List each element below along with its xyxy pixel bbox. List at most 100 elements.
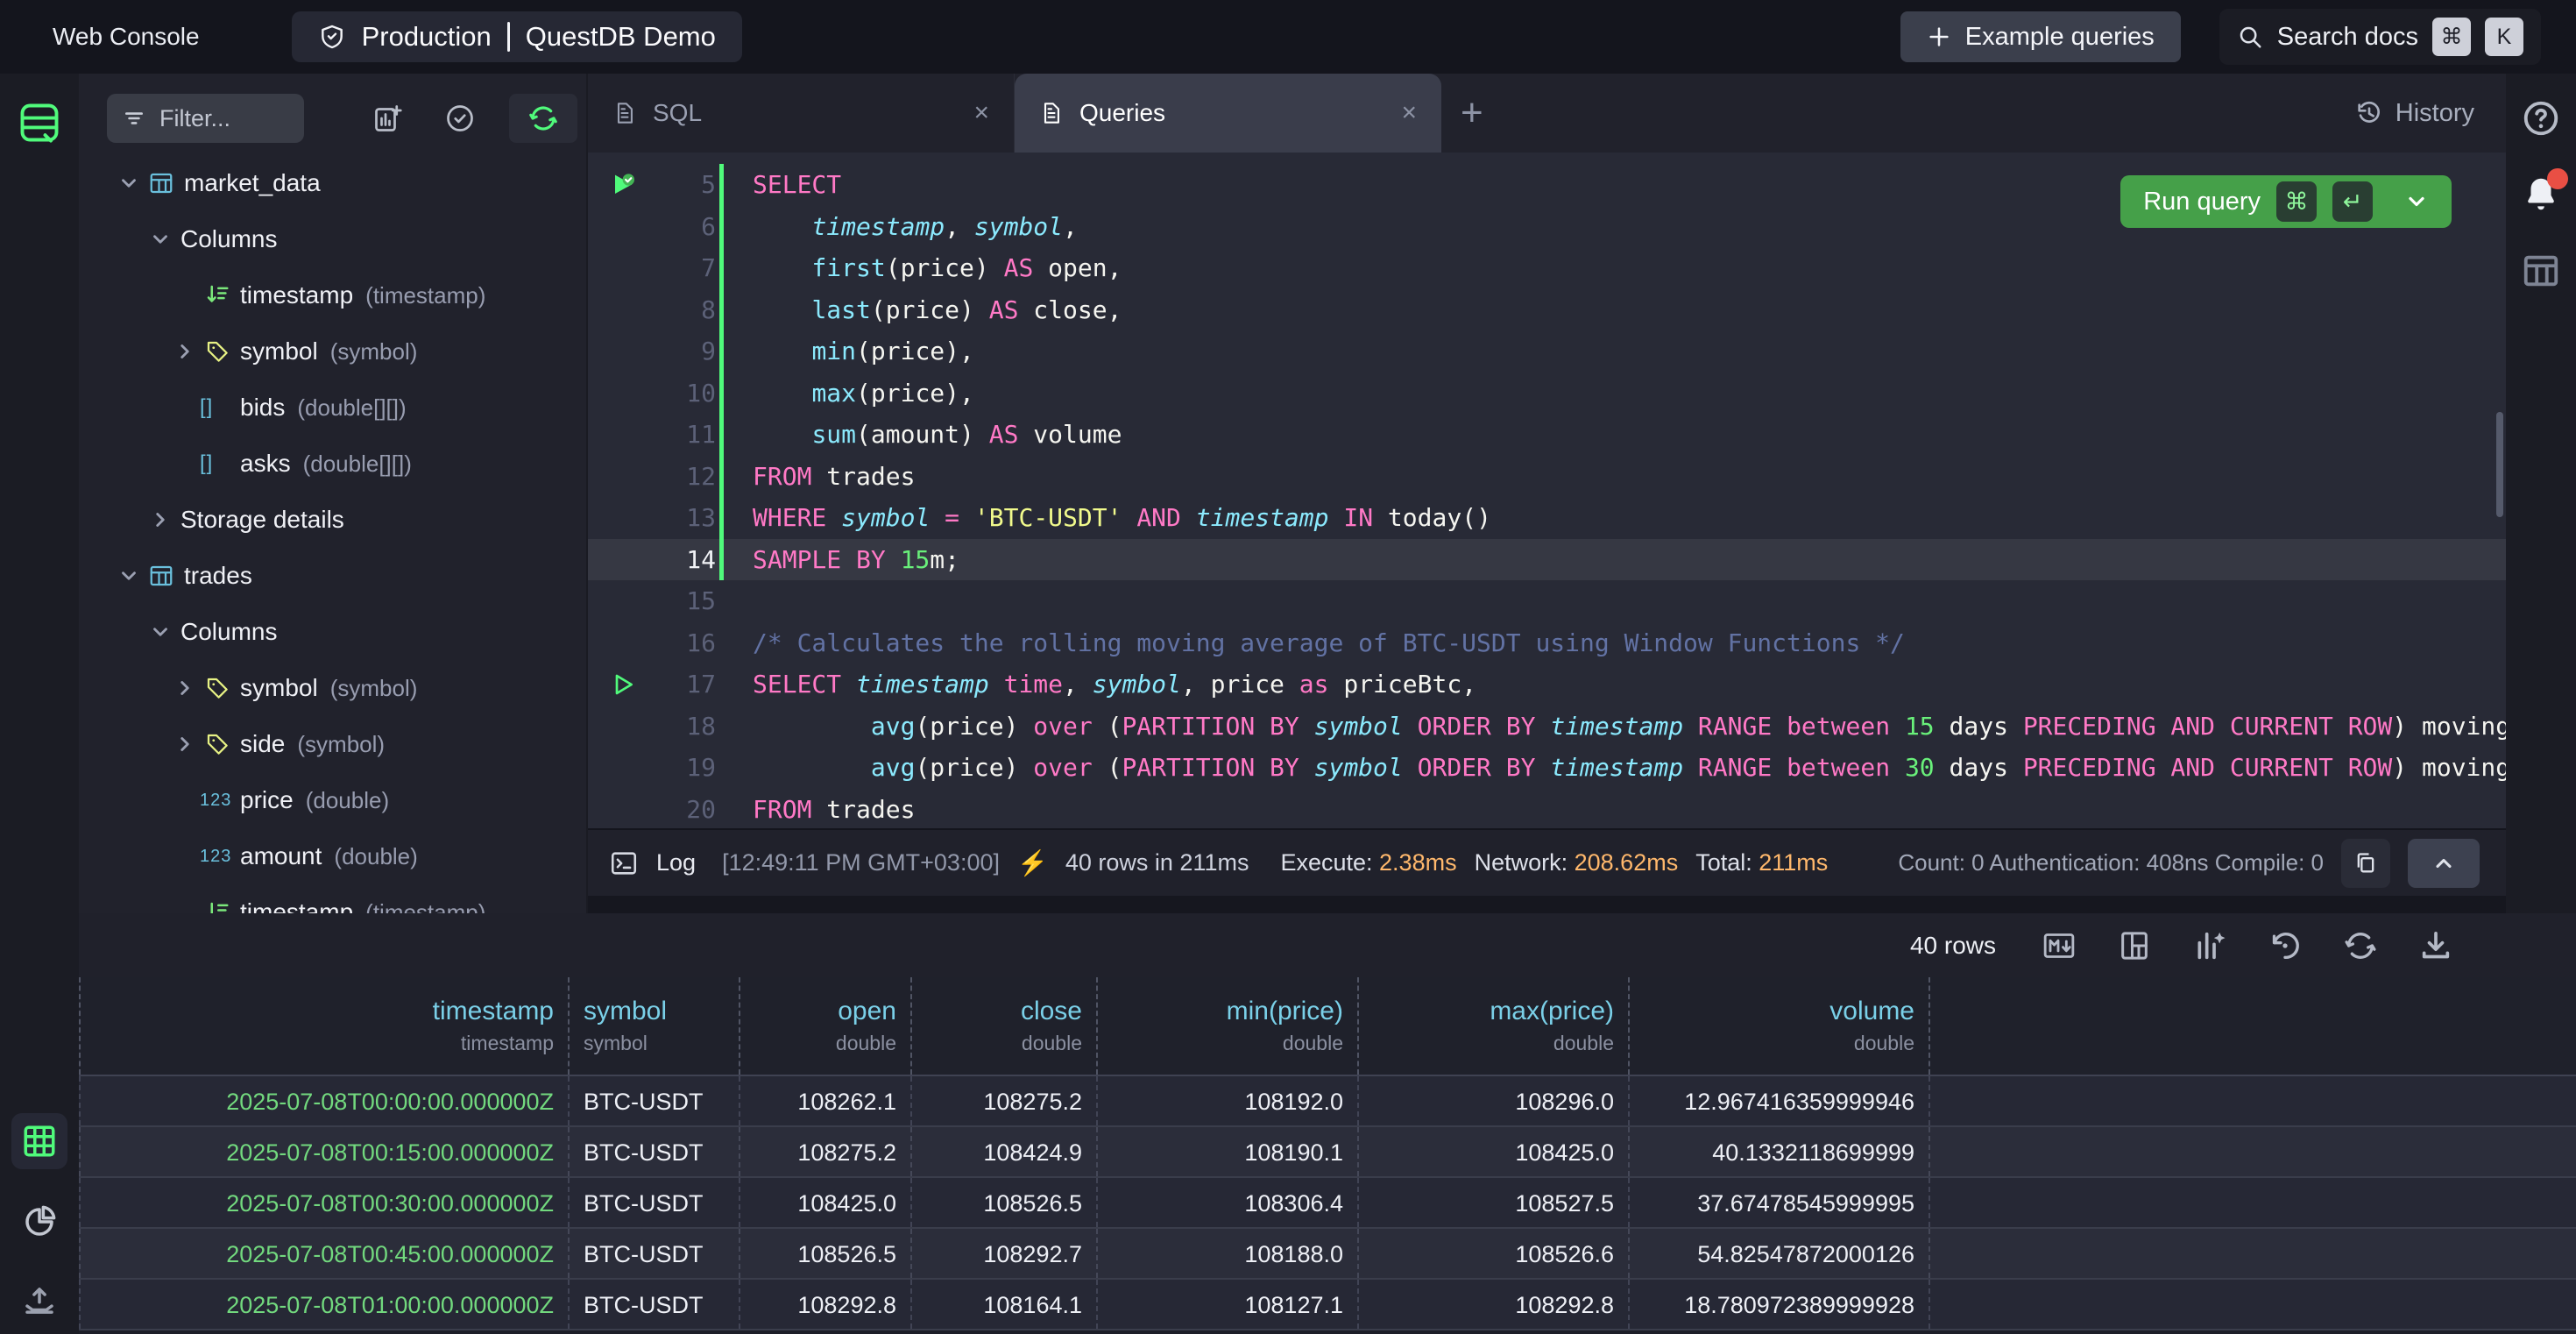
filter-box[interactable] xyxy=(107,94,304,143)
filter-input[interactable] xyxy=(158,104,280,133)
chevron-down-icon[interactable] xyxy=(114,564,144,587)
tree-item-timestamp[interactable]: timestamp(timestamp) xyxy=(79,884,586,913)
chevron-down-icon[interactable] xyxy=(145,228,175,251)
chevron-down-icon[interactable] xyxy=(2404,189,2429,214)
column-header-close[interactable]: closedouble xyxy=(912,977,1098,1075)
column-header-max-price-[interactable]: max(price)double xyxy=(1359,977,1630,1075)
example-queries-button[interactable]: Example queries xyxy=(1900,11,2181,62)
tree-item-asks[interactable]: []asks(double[][]) xyxy=(79,436,586,492)
column-header-min-price-[interactable]: min(price)double xyxy=(1098,977,1359,1075)
cell-symbol[interactable]: BTC-USDT xyxy=(570,1178,740,1227)
code-line-19[interactable]: 19 avg(price) over (PARTITION BY symbol … xyxy=(588,747,2506,789)
cell-timestamp[interactable]: 2025-07-08T00:15:00.000000Z xyxy=(79,1127,570,1176)
column-header-timestamp[interactable]: timestamptimestamp xyxy=(79,977,570,1075)
editor-scrollbar[interactable] xyxy=(2496,412,2503,517)
check-circle-icon[interactable] xyxy=(444,103,476,134)
cell-close[interactable]: 108292.7 xyxy=(912,1229,1098,1278)
copy-log-button[interactable] xyxy=(2341,839,2390,888)
cell-close[interactable]: 108164.1 xyxy=(912,1280,1098,1329)
log-label[interactable]: Log xyxy=(656,849,696,876)
markdown-icon[interactable] xyxy=(2042,928,2077,963)
code-line-20[interactable]: 20FROM trades xyxy=(588,789,2506,829)
cell-open[interactable]: 108292.8 xyxy=(740,1280,912,1329)
code-line-16[interactable]: 16/* Calculates the rolling moving avera… xyxy=(588,622,2506,664)
chevron-down-icon[interactable] xyxy=(145,621,175,643)
notifications-bell-icon[interactable] xyxy=(2521,174,2561,214)
code-line-9[interactable]: 9 min(price), xyxy=(588,330,2506,373)
add-metrics-icon[interactable] xyxy=(372,103,404,134)
column-header-volume[interactable]: volumedouble xyxy=(1630,977,1930,1075)
tab-sql[interactable]: SQL× xyxy=(588,74,1015,153)
code-line-7[interactable]: 7 first(price) AS open, xyxy=(588,247,2506,289)
cell-open[interactable]: 108262.1 xyxy=(740,1076,912,1125)
cell-min-price-[interactable]: 108127.1 xyxy=(1098,1280,1359,1329)
cell-timestamp[interactable]: 2025-07-08T00:30:00.000000Z xyxy=(79,1178,570,1227)
chevron-right-icon[interactable] xyxy=(170,733,200,756)
tree-item-storage-details[interactable]: Storage details xyxy=(79,492,586,548)
results-grid[interactable]: timestamptimestampsymbolsymbolopendouble… xyxy=(79,977,2576,1330)
tree-item-bids[interactable]: []bids(double[][]) xyxy=(79,380,586,436)
refresh-grid-icon[interactable] xyxy=(2343,928,2378,963)
cell-volume[interactable]: 37.67478545999995 xyxy=(1630,1178,1930,1227)
cell-timestamp[interactable]: 2025-07-08T00:00:00.000000Z xyxy=(79,1076,570,1125)
code-line-17[interactable]: 17SELECT timestamp time, symbol, price a… xyxy=(588,663,2506,706)
cell-open[interactable]: 108425.0 xyxy=(740,1178,912,1227)
table-row[interactable]: 2025-07-08T00:45:00.000000ZBTC-USDT 10852… xyxy=(79,1229,2576,1280)
code-line-10[interactable]: 10 max(price), xyxy=(588,373,2506,415)
chevron-right-icon[interactable] xyxy=(145,508,175,531)
chevron-right-icon[interactable] xyxy=(170,340,200,363)
table-row[interactable]: 2025-07-08T01:00:00.000000ZBTC-USDT10829… xyxy=(79,1280,2576,1330)
tree-item-timestamp[interactable]: timestamp(timestamp) xyxy=(79,267,586,323)
cell-volume[interactable]: 12.967416359999946 xyxy=(1630,1076,1930,1125)
cell-symbol[interactable]: BTC-USDT xyxy=(570,1280,740,1329)
column-header-open[interactable]: opendouble xyxy=(740,977,912,1075)
cell-max-price-[interactable]: 108425.0 xyxy=(1359,1127,1630,1176)
column-header-symbol[interactable]: symbolsymbol xyxy=(570,977,740,1075)
add-tab-button[interactable]: + xyxy=(1461,94,1483,132)
tree-item-price[interactable]: 123price(double) xyxy=(79,772,586,828)
run-query-button[interactable]: Run query ⌘ ↵ xyxy=(2120,175,2452,228)
cell-symbol[interactable]: BTC-USDT xyxy=(570,1076,740,1125)
cell-timestamp[interactable]: 2025-07-08T00:45:00.000000Z xyxy=(79,1229,570,1278)
code-line-11[interactable]: 11 sum(amount) AS volume xyxy=(588,414,2506,456)
chart-rail-button[interactable] xyxy=(11,1194,67,1250)
tab-queries[interactable]: Queries× xyxy=(1015,74,1441,153)
cell-close[interactable]: 108526.5 xyxy=(912,1178,1098,1227)
cell-volume[interactable]: 40.1332118699999 xyxy=(1630,1127,1930,1176)
tree-item-columns[interactable]: Columns xyxy=(79,604,586,660)
code-line-14[interactable]: 14SAMPLE BY 15m; xyxy=(588,539,2506,581)
cell-min-price-[interactable]: 108190.1 xyxy=(1098,1127,1359,1176)
help-icon[interactable] xyxy=(2521,98,2561,138)
tree-item-trades[interactable]: trades xyxy=(79,548,586,604)
questdb-logo-icon[interactable] xyxy=(17,100,62,145)
run-line-marker[interactable] xyxy=(588,171,660,199)
cell-max-price-[interactable]: 108527.5 xyxy=(1359,1178,1630,1227)
chart-icon[interactable] xyxy=(2192,928,2227,963)
cell-open[interactable]: 108275.2 xyxy=(740,1127,912,1176)
table-panel-icon[interactable] xyxy=(2521,251,2561,291)
cell-timestamp[interactable]: 2025-07-08T01:00:00.000000Z xyxy=(79,1280,570,1329)
chevron-right-icon[interactable] xyxy=(170,677,200,699)
cell-close[interactable]: 108275.2 xyxy=(912,1076,1098,1125)
close-tab-icon[interactable]: × xyxy=(1401,98,1417,128)
code-line-18[interactable]: 18 avg(price) over (PARTITION BY symbol … xyxy=(588,706,2506,748)
cell-symbol[interactable]: BTC-USDT xyxy=(570,1127,740,1176)
tree-item-columns[interactable]: Columns xyxy=(79,211,586,267)
cell-max-price-[interactable]: 108526.6 xyxy=(1359,1229,1630,1278)
cell-symbol[interactable]: BTC-USDT xyxy=(570,1229,740,1278)
environment-badge[interactable]: Production QuestDB Demo xyxy=(292,11,742,62)
cell-close[interactable]: 108424.9 xyxy=(912,1127,1098,1176)
sql-editor[interactable]: 5SELECT6 timestamp, symbol,7 first(price… xyxy=(588,153,2506,828)
download-icon[interactable] xyxy=(2418,928,2453,963)
code-line-15[interactable]: 15 xyxy=(588,580,2506,622)
tree-item-symbol[interactable]: symbol(symbol) xyxy=(79,660,586,716)
tree-item-side[interactable]: side(symbol) xyxy=(79,716,586,772)
time-travel-icon[interactable] xyxy=(2268,928,2303,963)
columns-layout-icon[interactable] xyxy=(2117,928,2152,963)
run-line-marker[interactable] xyxy=(588,671,660,699)
cell-min-price-[interactable]: 108192.0 xyxy=(1098,1076,1359,1125)
refresh-schema-button[interactable] xyxy=(509,94,577,143)
code-line-13[interactable]: 13WHERE symbol = 'BTC-USDT' AND timestam… xyxy=(588,497,2506,539)
table-row[interactable]: 2025-07-08T00:00:00.000000ZBTC-USDT10826… xyxy=(79,1076,2576,1127)
import-rail-button[interactable] xyxy=(11,1273,67,1329)
